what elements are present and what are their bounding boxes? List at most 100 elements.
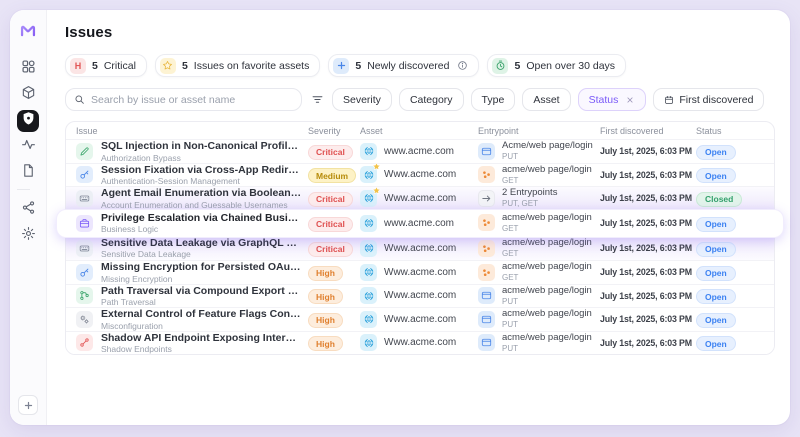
entrypoint-cell: acme/web page/loginPUT bbox=[478, 333, 600, 354]
entrypoint-text: acme/web page/loginGET bbox=[502, 238, 592, 259]
table-row[interactable]: Path Traversal via Compound Export Param… bbox=[66, 284, 774, 308]
filter-lines-icon[interactable] bbox=[309, 92, 325, 108]
entrypoint-text: acme/web page/loginGET bbox=[502, 262, 592, 283]
column-header-first-discovered: First discovered bbox=[600, 126, 696, 136]
filter-button-first-discovered[interactable]: First discovered bbox=[653, 88, 764, 111]
table-row[interactable]: Sensitive Data Leakage via GraphQL Schem… bbox=[66, 237, 774, 261]
favorite-star-icon bbox=[372, 162, 381, 171]
issue-cell: Shadow API Endpoint Exposing Internal Ru… bbox=[76, 332, 308, 355]
entrypoint-cell: acme/web page/loginPUT bbox=[478, 309, 600, 330]
sidebar-item-share[interactable] bbox=[17, 199, 39, 221]
entrypoint-cell: acme/web page/loginGET bbox=[478, 213, 600, 234]
status-cell: Open bbox=[696, 334, 774, 352]
entrypoint-method: GET bbox=[502, 224, 592, 234]
first-discovered: July 1st, 2025, 6:03 PM bbox=[600, 170, 696, 180]
activity-icon bbox=[21, 137, 36, 157]
first-discovered: July 1st, 2025, 6:03 PM bbox=[600, 243, 696, 253]
sidebar-item-package[interactable] bbox=[17, 84, 39, 106]
sidebar-nav bbox=[17, 58, 39, 251]
filter-button-type[interactable]: Type bbox=[471, 88, 516, 111]
filter-button-category[interactable]: Category bbox=[399, 88, 464, 111]
favorite-star-icon bbox=[372, 186, 381, 195]
app-logo-icon[interactable] bbox=[19, 22, 37, 40]
page-title: Issues bbox=[65, 24, 775, 41]
asset-name: Www.acme.com bbox=[384, 337, 456, 348]
issue-category: Account Enumeration and Guessable Userna… bbox=[101, 200, 302, 210]
status-badge: Open bbox=[696, 217, 736, 232]
severity-cell: Critical bbox=[308, 214, 360, 232]
entrypoint-method: PUT bbox=[502, 344, 592, 354]
filter-button-severity[interactable]: Severity bbox=[332, 88, 392, 111]
entrypoint-name: acme/web page/login bbox=[502, 286, 592, 297]
severity-cell: Critical bbox=[308, 239, 360, 257]
issue-title: Sensitive Data Leakage via GraphQL Schem… bbox=[101, 237, 302, 249]
status-badge: Open bbox=[696, 266, 736, 281]
filter-button-label: Type bbox=[482, 94, 505, 106]
issue-category: Shadow Endpoints bbox=[101, 344, 302, 354]
filter-button-label: First discovered bbox=[679, 94, 753, 106]
stat-chip-newly-discovered[interactable]: 5Newly discovered bbox=[328, 54, 479, 77]
globe-icon bbox=[360, 143, 377, 160]
close-icon[interactable] bbox=[625, 95, 635, 105]
filter-button-asset[interactable]: Asset bbox=[522, 88, 570, 111]
asset-cell: Www.acme.com bbox=[360, 311, 478, 328]
globe-icon bbox=[360, 240, 377, 257]
route-icon bbox=[76, 334, 93, 351]
globe-icon bbox=[360, 166, 377, 183]
issue-text: External Control of Feature Flags Config… bbox=[101, 308, 302, 331]
stat-chip-critical[interactable]: H5Critical bbox=[65, 54, 147, 77]
asset-cell: Www.acme.com bbox=[360, 287, 478, 304]
table-row[interactable]: Session Fixation via Cross-App Redirect … bbox=[66, 163, 774, 187]
table-row[interactable]: External Control of Feature Flags Config… bbox=[66, 307, 774, 331]
search-input[interactable] bbox=[91, 94, 293, 106]
sidebar-item-activity[interactable] bbox=[17, 136, 39, 158]
first-discovered: July 1st, 2025, 6:03 PM bbox=[600, 218, 696, 228]
sidebar-add-button[interactable] bbox=[18, 395, 38, 415]
issue-category: Authorization Bypass bbox=[101, 153, 302, 163]
nodes-icon bbox=[478, 264, 495, 281]
filter-button-status[interactable]: Status bbox=[578, 88, 647, 111]
entrypoint-cell: acme/web page/loginGET bbox=[478, 165, 600, 186]
sidebar-item-issues[interactable] bbox=[17, 110, 39, 132]
package-icon bbox=[21, 85, 36, 105]
star-icon bbox=[160, 58, 176, 74]
table-row[interactable]: Missing Encryption for Persisted OAuth A… bbox=[66, 260, 774, 284]
issue-category: Misconfiguration bbox=[101, 321, 302, 331]
severity-cell: Medium bbox=[308, 166, 360, 184]
severity-badge: High bbox=[308, 266, 343, 281]
stat-chip-count: 5 bbox=[92, 60, 98, 72]
issue-title: SQL Injection in Non-Canonical Profile U… bbox=[101, 140, 302, 152]
asset-cell: Www.acme.com bbox=[360, 334, 478, 351]
status-badge: Open bbox=[696, 145, 736, 160]
branch-icon bbox=[76, 287, 93, 304]
issue-cell: SQL Injection in Non-Canonical Profile U… bbox=[76, 140, 308, 163]
stat-chip-open-over-30-days[interactable]: 5Open over 30 days bbox=[487, 54, 626, 77]
table-row[interactable]: SQL Injection in Non-Canonical Profile U… bbox=[66, 139, 774, 163]
briefcase-icon bbox=[76, 215, 93, 232]
gear-icon bbox=[21, 226, 36, 246]
entrypoint-name: Acme/web page/login bbox=[502, 141, 593, 152]
info-icon[interactable] bbox=[457, 60, 468, 71]
asset-cell: Www.acme.com bbox=[360, 240, 478, 257]
severity-badge: Critical bbox=[308, 192, 353, 207]
sidebar-item-dashboard[interactable] bbox=[17, 58, 39, 80]
first-discovered: July 1st, 2025, 6:03 PM bbox=[600, 146, 696, 156]
nodes-icon bbox=[478, 214, 495, 231]
stat-chip-issues-on-favorite-assets[interactable]: 5Issues on favorite assets bbox=[155, 54, 320, 77]
stat-chip-count: 5 bbox=[514, 60, 520, 72]
table-row[interactable]: Agent Email Enumeration via Boolean Resp… bbox=[66, 186, 774, 210]
entrypoint-method: PUT bbox=[502, 152, 593, 162]
table-row[interactable]: Shadow API Endpoint Exposing Internal Ru… bbox=[66, 331, 774, 355]
search-box[interactable] bbox=[65, 88, 302, 111]
keyboard-icon bbox=[76, 240, 93, 257]
search-icon bbox=[74, 94, 85, 105]
table-row[interactable]: Privilege Escalation via Chained Busines… bbox=[57, 210, 783, 237]
sidebar-item-document[interactable] bbox=[17, 162, 39, 184]
sidebar-item-settings[interactable] bbox=[17, 225, 39, 247]
severity-cell: High bbox=[308, 287, 360, 305]
globe-icon bbox=[360, 215, 377, 232]
asset-name: www.acme.com bbox=[384, 218, 454, 229]
issue-cell: Privilege Escalation via Chained Busines… bbox=[76, 212, 308, 235]
entrypoint-text: 2 EntrypointsPUT, GET bbox=[502, 188, 557, 209]
status-cell: Open bbox=[696, 166, 774, 184]
